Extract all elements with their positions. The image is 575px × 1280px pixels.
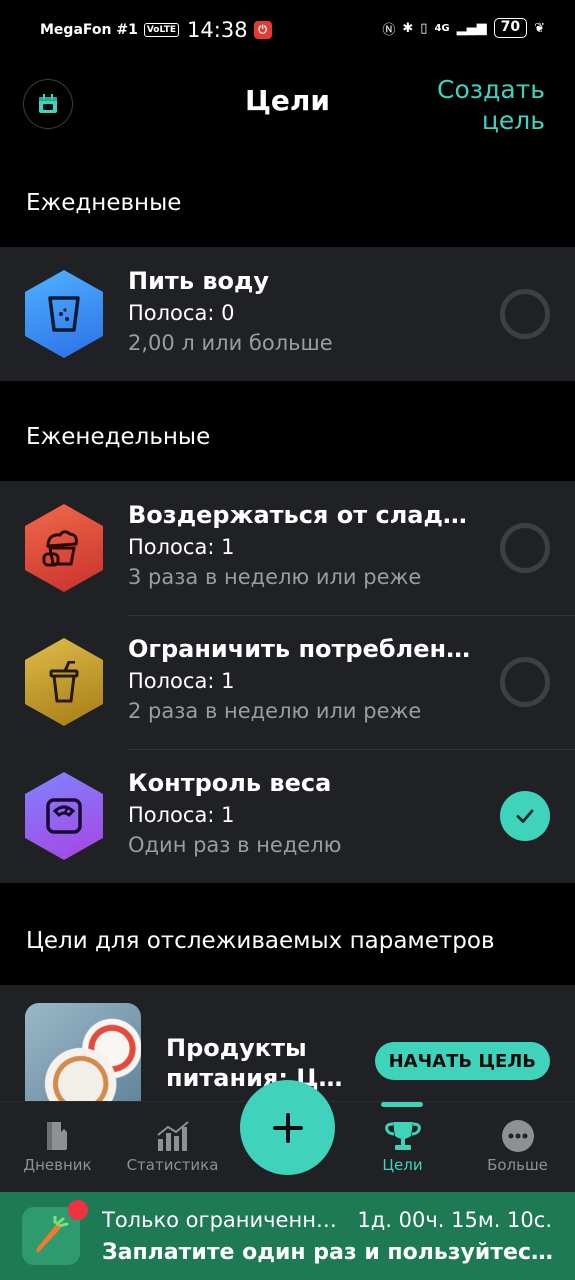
more-dots-icon — [501, 1120, 534, 1152]
goal-rule: 3 раза в неделю или реже — [128, 565, 422, 589]
app-notification-icon: ⏻ — [253, 21, 272, 39]
network-type: 4G — [434, 22, 450, 34]
promo-offer-text: Только ограниченн… — [102, 1208, 337, 1232]
leaf-icon: ❦ — [534, 20, 545, 36]
goal-row-weight-control[interactable]: Контроль веса Полоса: 1 Один раз в недел… — [0, 749, 575, 883]
tracked-goal-title: Продукты питания: Ц… — [166, 1034, 343, 1092]
goal-name: Воздержаться от сладк… — [128, 501, 483, 529]
diary-icon — [46, 1122, 67, 1150]
water-glass-icon — [25, 270, 103, 358]
scale-icon — [25, 772, 103, 860]
daily-goals-card: Пить воду Полоса: 0 2,00 л или больше — [0, 247, 575, 381]
goal-streak: Полоса: 0 — [128, 301, 235, 325]
drink-cup-icon — [25, 638, 103, 726]
promo-subtitle: Заплатите один раз и пользуйтес… — [102, 1240, 553, 1265]
goal-row-limit-drinks[interactable]: Ограничить потреблени… Полоса: 1 2 раза … — [0, 615, 575, 749]
battery-level: 70 — [493, 18, 528, 38]
goal-row-drink-water[interactable]: Пить воду Полоса: 0 2,00 л или больше — [0, 247, 575, 381]
goal-streak: Полоса: 1 — [128, 803, 235, 827]
volte-icon: VoLTE — [143, 23, 180, 37]
promo-timer: 1д. 00ч. 15м. 10с. — [357, 1208, 552, 1232]
statistics-icon — [156, 1121, 189, 1151]
goal-check-toggle-done[interactable] — [500, 791, 550, 841]
daily-section-title: Ежедневные — [26, 190, 182, 216]
create-goal-button[interactable]: Создать цель — [425, 74, 545, 136]
bluetooth-icon: ✱ — [402, 20, 414, 36]
status-bar: MegaFon #1 VoLTE 14:38 ⏻ Ⓝ ✱ ▯ 4G ▂▄▆ 70… — [0, 0, 575, 62]
tracked-section-title: Цели для отслеживаемых параметров — [26, 928, 495, 954]
nav-diary[interactable]: Дневник — [0, 1116, 115, 1174]
nfc-icon: Ⓝ — [382, 22, 396, 38]
add-button[interactable] — [240, 1080, 335, 1175]
goal-name: Контроль веса — [128, 769, 332, 797]
nav-label: Цели — [382, 1156, 423, 1174]
cupcake-icon — [25, 504, 103, 592]
nav-label: Статистика — [126, 1156, 219, 1174]
goal-name: Пить воду — [128, 267, 270, 295]
checkmark-icon — [516, 809, 534, 823]
goal-check-toggle[interactable] — [500, 289, 550, 339]
goal-rule: Один раз в неделю — [128, 833, 342, 857]
nav-statistics[interactable]: Статистика — [115, 1116, 230, 1174]
goal-streak: Полоса: 1 — [128, 535, 235, 559]
carrier-name: MegaFon #1 — [40, 22, 138, 38]
nav-label: Дневник — [23, 1156, 92, 1174]
active-tab-indicator — [381, 1102, 423, 1107]
start-goal-button[interactable]: НАЧАТЬ ЦЕЛЬ — [374, 1042, 550, 1080]
goal-check-toggle[interactable] — [500, 523, 550, 573]
goal-row-no-sweets[interactable]: Воздержаться от сладк… Полоса: 1 3 раза … — [0, 481, 575, 615]
signal-icon: ▂▄▆ — [456, 20, 487, 36]
nav-goals[interactable]: Цели — [345, 1116, 460, 1174]
nav-label: Больше — [487, 1156, 548, 1174]
goal-check-toggle[interactable] — [500, 657, 550, 707]
food-plate-image — [25, 1003, 141, 1105]
plus-icon — [272, 1112, 303, 1143]
goal-streak: Полоса: 1 — [128, 669, 235, 693]
weekly-section-title: Еженедельные — [26, 424, 211, 450]
notification-dot — [68, 1200, 88, 1220]
vibrate-icon: ▯ — [420, 20, 428, 36]
promo-banner[interactable]: Только ограниченн… 1д. 00ч. 15м. 10с. За… — [0, 1192, 575, 1280]
goal-rule: 2,00 л или больше — [128, 331, 333, 355]
status-time: 14:38 — [187, 18, 248, 42]
goal-name: Ограничить потреблени… — [128, 635, 483, 663]
trophy-icon — [384, 1122, 421, 1150]
nav-more[interactable]: Больше — [460, 1116, 575, 1174]
goal-rule: 2 раза в неделю или реже — [128, 699, 422, 723]
weekly-goals-card: Воздержаться от сладк… Полоса: 1 3 раза … — [0, 481, 575, 883]
